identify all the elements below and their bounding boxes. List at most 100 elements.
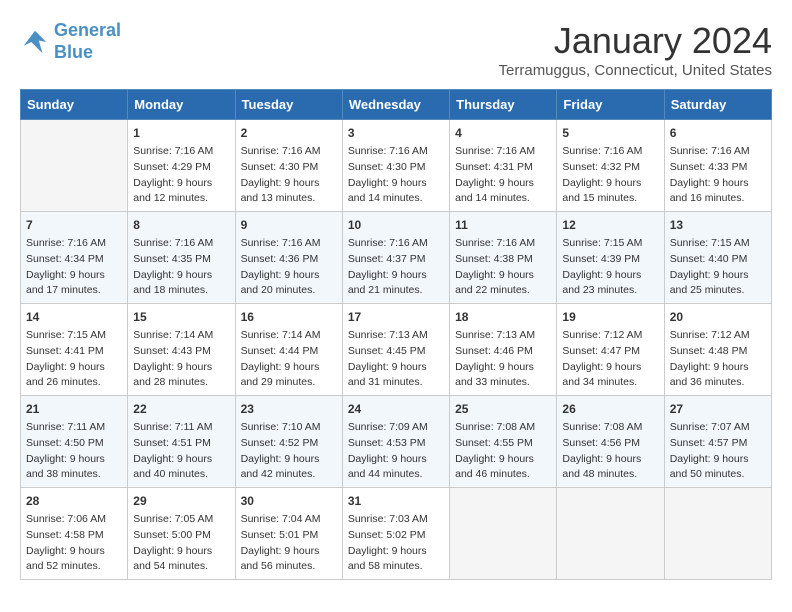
weekday-header-thursday: Thursday xyxy=(450,90,557,120)
weekday-header-friday: Friday xyxy=(557,90,664,120)
day-number: 29 xyxy=(133,492,229,510)
day-info: Sunrise: 7:07 AMSunset: 4:57 PMDaylight:… xyxy=(670,420,766,483)
logo-line1: General xyxy=(54,20,121,40)
calendar-cell: 9Sunrise: 7:16 AMSunset: 4:36 PMDaylight… xyxy=(235,212,342,304)
day-number: 14 xyxy=(26,308,122,326)
calendar-cell: 16 Sunrise: 7:14 AMSunset: 4:44 PMDayligh… xyxy=(235,304,342,396)
calendar-cell: 11 Sunrise: 7:16 AMSunset: 4:38 PMDayligh… xyxy=(450,212,557,304)
day-info: Sunrise: 7:15 AMSunset: 4:39 PMDaylight:… xyxy=(562,236,658,299)
calendar-cell: 19 Sunrise: 7:12 AMSunset: 4:47 PMDayligh… xyxy=(557,304,664,396)
day-info: Sunrise: 7:05 AMSunset: 5:00 PMDaylight:… xyxy=(133,512,229,575)
day-number: 24 xyxy=(348,400,444,418)
calendar-cell xyxy=(21,120,128,212)
calendar-table: SundayMondayTuesdayWednesdayThursdayFrid… xyxy=(20,89,772,580)
calendar-cell: 25Sunrise: 7:08 AMSunset: 4:55 PMDayligh… xyxy=(450,396,557,488)
day-number: 18 xyxy=(455,308,551,326)
day-number: 16 xyxy=(241,308,337,326)
day-number: 6 xyxy=(670,124,766,142)
day-number: 10 xyxy=(348,216,444,234)
calendar-cell: 5Sunrise: 7:16 AMSunset: 4:32 PMDaylight… xyxy=(557,120,664,212)
day-info: Sunrise: 7:12 AMSunset: 4:47 PMDaylight:… xyxy=(562,328,658,391)
day-info: Sunrise: 7:13 AMSunset: 4:45 PMDaylight:… xyxy=(348,328,444,391)
day-info: Sunrise: 7:16 AMSunset: 4:30 PMDaylight:… xyxy=(348,144,444,207)
calendar-cell: 31 Sunrise: 7:03 AMSunset: 5:02 PMDayligh… xyxy=(342,488,449,580)
day-number: 13 xyxy=(670,216,766,234)
day-number: 17 xyxy=(348,308,444,326)
calendar-cell: 2Sunrise: 7:16 AMSunset: 4:30 PMDaylight… xyxy=(235,120,342,212)
day-number: 11 xyxy=(455,216,551,234)
weekday-header-sunday: Sunday xyxy=(21,90,128,120)
day-number: 15 xyxy=(133,308,229,326)
day-info: Sunrise: 7:04 AMSunset: 5:01 PMDaylight:… xyxy=(241,512,337,575)
day-info: Sunrise: 7:08 AMSunset: 4:55 PMDaylight:… xyxy=(455,420,551,483)
day-number: 12 xyxy=(562,216,658,234)
weekday-header-saturday: Saturday xyxy=(664,90,771,120)
calendar-cell: 7Sunrise: 7:16 AMSunset: 4:34 PMDaylight… xyxy=(21,212,128,304)
day-info: Sunrise: 7:11 AMSunset: 4:50 PMDaylight:… xyxy=(26,420,122,483)
day-info: Sunrise: 7:03 AMSunset: 5:02 PMDaylight:… xyxy=(348,512,444,575)
day-info: Sunrise: 7:16 AMSunset: 4:29 PMDaylight:… xyxy=(133,144,229,207)
day-number: 31 xyxy=(348,492,444,510)
logo-bird-icon xyxy=(20,27,50,57)
weekday-header-row: SundayMondayTuesdayWednesdayThursdayFrid… xyxy=(21,90,772,120)
calendar-cell: 30Sunrise: 7:04 AMSunset: 5:01 PMDayligh… xyxy=(235,488,342,580)
day-info: Sunrise: 7:14 AMSunset: 4:43 PMDaylight:… xyxy=(133,328,229,391)
weekday-header-wednesday: Wednesday xyxy=(342,90,449,120)
weekday-header-monday: Monday xyxy=(128,90,235,120)
day-number: 8 xyxy=(133,216,229,234)
logo-line2: Blue xyxy=(54,42,121,64)
calendar-cell: 20 Sunrise: 7:12 AMSunset: 4:48 PMDayligh… xyxy=(664,304,771,396)
day-info: Sunrise: 7:13 AMSunset: 4:46 PMDaylight:… xyxy=(455,328,551,391)
calendar-cell: 27 Sunrise: 7:07 AMSunset: 4:57 PMDayligh… xyxy=(664,396,771,488)
calendar-cell: 15 Sunrise: 7:14 AMSunset: 4:43 PMDayligh… xyxy=(128,304,235,396)
calendar-cell: 24 Sunrise: 7:09 AMSunset: 4:53 PMDayligh… xyxy=(342,396,449,488)
calendar-cell xyxy=(450,488,557,580)
day-info: Sunrise: 7:16 AMSunset: 4:33 PMDaylight:… xyxy=(670,144,766,207)
day-number: 1 xyxy=(133,124,229,142)
week-row-5: 28Sunrise: 7:06 AMSunset: 4:58 PMDayligh… xyxy=(21,488,772,580)
day-number: 9 xyxy=(241,216,337,234)
day-info: Sunrise: 7:15 AMSunset: 4:41 PMDaylight:… xyxy=(26,328,122,391)
day-info: Sunrise: 7:15 AMSunset: 4:40 PMDaylight:… xyxy=(670,236,766,299)
day-number: 19 xyxy=(562,308,658,326)
day-number: 20 xyxy=(670,308,766,326)
day-info: Sunrise: 7:14 AMSunset: 4:44 PMDaylight:… xyxy=(241,328,337,391)
week-row-2: 7Sunrise: 7:16 AMSunset: 4:34 PMDaylight… xyxy=(21,212,772,304)
day-info: Sunrise: 7:08 AMSunset: 4:56 PMDaylight:… xyxy=(562,420,658,483)
logo: General Blue xyxy=(20,20,121,63)
week-row-4: 21Sunrise: 7:11 AMSunset: 4:50 PMDayligh… xyxy=(21,396,772,488)
day-info: Sunrise: 7:09 AMSunset: 4:53 PMDaylight:… xyxy=(348,420,444,483)
logo-text: General Blue xyxy=(54,20,121,63)
calendar-cell: 6 Sunrise: 7:16 AMSunset: 4:33 PMDaylight… xyxy=(664,120,771,212)
calendar-subtitle: Terramuggus, Connecticut, United States xyxy=(499,62,772,79)
day-info: Sunrise: 7:16 AMSunset: 4:31 PMDaylight:… xyxy=(455,144,551,207)
calendar-cell xyxy=(557,488,664,580)
calendar-cell: 22 Sunrise: 7:11 AMSunset: 4:51 PMDayligh… xyxy=(128,396,235,488)
day-info: Sunrise: 7:16 AMSunset: 4:30 PMDaylight:… xyxy=(241,144,337,207)
calendar-cell: 18 Sunrise: 7:13 AMSunset: 4:46 PMDayligh… xyxy=(450,304,557,396)
title-section: January 2024 Terramuggus, Connecticut, U… xyxy=(499,20,772,79)
calendar-cell: 13 Sunrise: 7:15 AMSunset: 4:40 PMDayligh… xyxy=(664,212,771,304)
calendar-cell xyxy=(664,488,771,580)
day-number: 28 xyxy=(26,492,122,510)
day-number: 4 xyxy=(455,124,551,142)
calendar-cell: 1 Sunrise: 7:16 AMSunset: 4:29 PMDaylight… xyxy=(128,120,235,212)
day-info: Sunrise: 7:16 AMSunset: 4:38 PMDaylight:… xyxy=(455,236,551,299)
day-info: Sunrise: 7:12 AMSunset: 4:48 PMDaylight:… xyxy=(670,328,766,391)
week-row-1: 1 Sunrise: 7:16 AMSunset: 4:29 PMDaylight… xyxy=(21,120,772,212)
day-info: Sunrise: 7:16 AMSunset: 4:35 PMDaylight:… xyxy=(133,236,229,299)
day-number: 27 xyxy=(670,400,766,418)
calendar-cell: 23Sunrise: 7:10 AMSunset: 4:52 PMDayligh… xyxy=(235,396,342,488)
day-info: Sunrise: 7:16 AMSunset: 4:34 PMDaylight:… xyxy=(26,236,122,299)
calendar-cell: 4 Sunrise: 7:16 AMSunset: 4:31 PMDaylight… xyxy=(450,120,557,212)
calendar-cell: 29 Sunrise: 7:05 AMSunset: 5:00 PMDayligh… xyxy=(128,488,235,580)
day-number: 3 xyxy=(348,124,444,142)
day-info: Sunrise: 7:16 AMSunset: 4:32 PMDaylight:… xyxy=(562,144,658,207)
calendar-cell: 10 Sunrise: 7:16 AMSunset: 4:37 PMDayligh… xyxy=(342,212,449,304)
week-row-3: 14 Sunrise: 7:15 AMSunset: 4:41 PMDayligh… xyxy=(21,304,772,396)
day-number: 22 xyxy=(133,400,229,418)
calendar-cell: 8 Sunrise: 7:16 AMSunset: 4:35 PMDaylight… xyxy=(128,212,235,304)
day-info: Sunrise: 7:11 AMSunset: 4:51 PMDaylight:… xyxy=(133,420,229,483)
day-info: Sunrise: 7:16 AMSunset: 4:37 PMDaylight:… xyxy=(348,236,444,299)
day-number: 23 xyxy=(241,400,337,418)
